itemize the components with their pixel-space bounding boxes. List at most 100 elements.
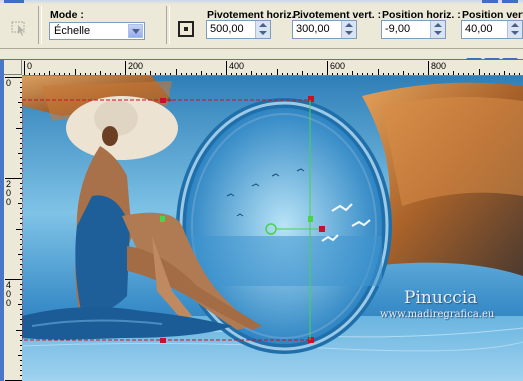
mode-select-value: Échelle [54,25,91,37]
ruler-tick [417,73,419,75]
ruler-tick [281,73,283,75]
ruler-tick [438,73,440,75]
spin-arrows-icon[interactable] [341,21,356,38]
ruler-tick [493,73,495,75]
ruler-tick [301,71,303,75]
position-horizontal-input[interactable]: -9,00 [381,20,446,39]
ruler-tick [34,73,36,75]
ruler-tick [463,73,465,75]
ruler-tick [428,61,429,75]
ruler-tick [306,73,308,75]
ruler-tick [503,71,505,75]
position-vertical-value: 40,00 [465,23,493,35]
ruler-tick [145,73,147,75]
pivot-horizontal-value: 500,00 [210,23,244,35]
title-strip [0,0,523,4]
ruler-tick [119,73,121,75]
ruler-tick [286,73,288,75]
ruler-tick [387,73,389,75]
skew-handle[interactable] [308,216,313,222]
window-control-button[interactable] [502,0,518,3]
ruler-tick [160,73,162,75]
ruler-tick [397,73,399,75]
ruler-tick [135,73,137,75]
spin-arrows-icon[interactable] [255,21,270,38]
horizontal-ruler: 0 200 400 600 800 [22,60,523,76]
rotation-handle[interactable] [319,226,325,232]
resize-handle[interactable] [160,98,166,103]
ruler-tick [39,73,41,75]
ruler-tick [402,71,404,75]
ruler-tick [372,73,374,75]
ruler-tick [185,73,187,75]
ruler-tick [251,71,253,75]
ruler-tick [518,73,520,75]
ruler-tick [89,73,91,75]
ruler-tick [109,73,111,75]
resize-handle[interactable] [160,338,166,343]
center-handle[interactable] [160,216,165,222]
ruler-tick [488,73,490,75]
window-control-button[interactable] [482,0,498,3]
ruler-tick [49,71,51,75]
ruler-tick [215,73,217,75]
ruler-label: 0 [6,78,12,88]
ruler-label: 2 0 0 [6,179,12,207]
ruler-tick [478,69,480,75]
pivot-center-icon[interactable] [178,21,194,37]
ruler-tick [69,73,71,75]
ruler-tick [357,73,359,75]
ruler-tick [498,73,500,75]
pick-tool-icon [11,21,25,36]
ruler-tick [392,73,394,75]
ruler-tick [256,73,258,75]
resize-handle[interactable] [308,96,314,102]
ruler-tick [291,73,293,75]
ruler-tick [94,73,96,75]
ruler-tick [226,61,227,75]
ruler-tick [347,73,349,75]
ruler-label: 4 0 0 [6,280,12,308]
image-canvas[interactable]: Pinuccia www.madiregrafica.eu [22,76,523,381]
chevron-down-icon[interactable] [128,24,143,38]
ruler-tick [195,73,197,75]
ruler-tick [165,73,167,75]
ruler-tick [220,73,222,75]
ruler-label: 800 [431,61,447,71]
mode-select[interactable]: Échelle [49,22,145,40]
resize-handle[interactable] [308,337,314,343]
tool-options-toolbar: Mode : Échelle Pivotement horiz. : 500,0… [0,0,523,49]
ruler-tick [407,73,409,75]
ruler-tick [382,73,384,75]
position-horizontal-value: -9,00 [385,23,411,35]
ruler-tick [236,73,238,75]
ruler-tick [104,73,106,75]
watermark-name: Pinuccia [404,288,478,308]
ruler-tick [74,69,76,75]
ruler-tick [170,73,172,75]
position-vertical-input[interactable]: 40,00 [461,20,523,39]
ruler-tick [125,61,126,75]
ruler-label: 200 [128,61,144,71]
spin-arrows-icon[interactable] [430,21,445,38]
ruler-tick [271,73,273,75]
window-tab[interactable] [4,0,24,3]
ruler-tick [433,73,435,75]
canvas-artwork[interactable] [22,76,523,381]
pivot-horizontal-input[interactable]: 500,00 [206,20,271,39]
ruler-tick [296,73,298,75]
spin-arrows-icon[interactable] [507,21,522,38]
ruler-tick [180,73,182,75]
ruler-tick [241,73,243,75]
ruler-tick [377,69,379,75]
ruler-tick [422,73,424,75]
ruler-label: 600 [330,61,346,71]
mode-label: Mode : [50,9,84,21]
ruler-tick [24,61,25,75]
ruler-tick [337,73,339,75]
ruler-tick [29,73,31,75]
ruler-tick [443,73,445,75]
ruler-tick [266,73,268,75]
ruler-tick [352,71,354,75]
pivot-vertical-input[interactable]: 300,00 [292,20,357,39]
